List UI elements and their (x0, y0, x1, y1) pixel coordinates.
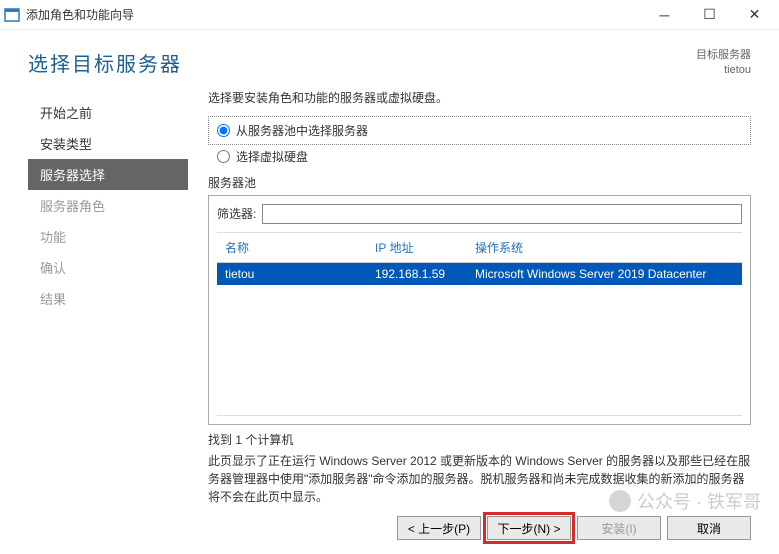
radio-vhd-input[interactable] (217, 150, 230, 163)
sidebar-item-5: 确认 (28, 252, 188, 283)
install-button: 安装(I) (577, 516, 661, 540)
sidebar-item-1[interactable]: 安装类型 (28, 128, 188, 159)
sidebar-item-3: 服务器角色 (28, 190, 188, 221)
close-button[interactable]: ✕ (732, 0, 777, 30)
sidebar-item-0[interactable]: 开始之前 (28, 97, 188, 128)
minimize-button[interactable]: ─ (642, 0, 687, 30)
wizard-sidebar: 开始之前安装类型服务器选择服务器角色功能确认结果 (28, 89, 188, 506)
app-icon (4, 7, 20, 23)
column-ip[interactable]: IP 地址 (367, 233, 467, 262)
wizard-footer: < 上一步(P) 下一步(N) > 安装(I) 取消 (0, 506, 779, 554)
table-row[interactable]: tietou192.168.1.59Microsoft Windows Serv… (217, 263, 742, 285)
cell-name: tietou (217, 263, 367, 285)
server-table: 名称 IP 地址 操作系统 tietou192.168.1.59Microsof… (217, 232, 742, 416)
sidebar-item-4: 功能 (28, 221, 188, 252)
server-pool-box: 筛选器: 名称 IP 地址 操作系统 tietou192.168.1.59Mic… (208, 195, 751, 425)
instruction-text: 选择要安装角色和功能的服务器或虚拟硬盘。 (208, 89, 751, 106)
radio-server-pool-input[interactable] (217, 124, 230, 137)
server-pool-label: 服务器池 (208, 174, 751, 191)
filter-label: 筛选器: (217, 205, 256, 222)
window-title: 添加角色和功能向导 (26, 6, 642, 23)
filter-input[interactable] (262, 204, 742, 224)
column-name[interactable]: 名称 (217, 233, 367, 262)
next-button[interactable]: 下一步(N) > (487, 516, 571, 540)
description-text: 此页显示了正在运行 Windows Server 2012 或更新版本的 Win… (208, 452, 751, 506)
page-title: 选择目标服务器 (28, 48, 182, 77)
cancel-button[interactable]: 取消 (667, 516, 751, 540)
selection-mode-group: 从服务器池中选择服务器 (208, 116, 751, 145)
column-os[interactable]: 操作系统 (467, 233, 742, 262)
sidebar-item-2[interactable]: 服务器选择 (28, 159, 188, 190)
sidebar-item-6: 结果 (28, 283, 188, 314)
maximize-button[interactable]: ☐ (687, 0, 732, 30)
cell-ip: 192.168.1.59 (367, 263, 467, 285)
radio-server-pool[interactable]: 从服务器池中选择服务器 (217, 121, 742, 140)
computer-count: 找到 1 个计算机 (208, 431, 751, 448)
destination-label: 目标服务器 tietou (696, 48, 751, 79)
titlebar: 添加角色和功能向导 ─ ☐ ✕ (0, 0, 779, 30)
previous-button[interactable]: < 上一步(P) (397, 516, 481, 540)
radio-vhd[interactable]: 选择虚拟硬盘 (208, 147, 751, 166)
main-panel: 选择要安装角色和功能的服务器或虚拟硬盘。 从服务器池中选择服务器 选择虚拟硬盘 … (188, 89, 751, 506)
cell-os: Microsoft Windows Server 2019 Datacenter (467, 263, 742, 285)
